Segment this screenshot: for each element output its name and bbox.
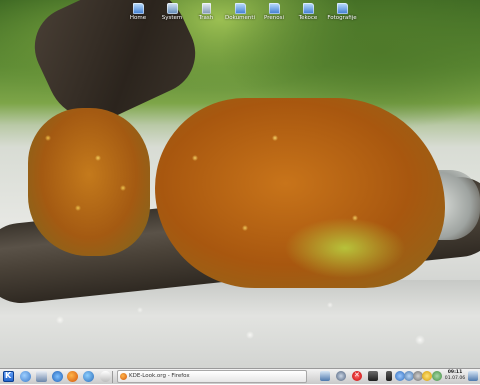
battery-icon[interactable] xyxy=(386,371,392,381)
folder-icon xyxy=(234,3,246,14)
folder-icon xyxy=(302,3,314,14)
desktop-icon-label: Fotografije xyxy=(327,15,357,21)
taskbar-separator xyxy=(112,371,113,383)
kmail-icon[interactable] xyxy=(52,371,63,382)
taskbar-clock[interactable]: 09:11 01.07.06 xyxy=(444,369,466,385)
desktop-icon-label: Trash xyxy=(198,15,214,21)
terminal-icon[interactable] xyxy=(368,371,378,381)
network-icon[interactable] xyxy=(83,371,94,382)
desktop-icon-label: Tekoce xyxy=(298,15,318,21)
system-icon[interactable] xyxy=(36,371,47,382)
clock-date: 01.07.06 xyxy=(444,376,466,381)
notes-icon[interactable] xyxy=(422,371,432,381)
firefox-icon xyxy=(120,373,127,380)
close-icon[interactable] xyxy=(352,371,362,381)
folder-icon xyxy=(268,3,280,14)
konqueror-icon[interactable] xyxy=(20,371,31,382)
klipper-icon[interactable] xyxy=(432,371,442,381)
desktop-icon-label: System xyxy=(161,15,183,21)
trash-icon xyxy=(201,3,211,14)
update-icon[interactable] xyxy=(336,371,346,381)
taskbar-window-label: KDE-Look.org - Firefox xyxy=(129,373,190,379)
desktop-icon-label: Prenosi xyxy=(264,15,284,21)
wallpaper-moss-right xyxy=(155,98,445,288)
firefox-icon[interactable] xyxy=(67,371,78,382)
folder-icon xyxy=(336,3,348,14)
show-desktop-icon[interactable] xyxy=(468,371,478,381)
network-icon[interactable] xyxy=(320,371,330,381)
desktop-wallpaper xyxy=(0,0,480,368)
desktop-icon-label: Dokumenti xyxy=(224,15,255,21)
clock-app-icon[interactable] xyxy=(100,371,111,382)
wallpaper-moss-left xyxy=(28,108,150,256)
taskbar-window-button[interactable]: KDE-Look.org - Firefox xyxy=(117,370,307,383)
taskbar: KDE-Look.org - Firefox 09:11 01.07.06 xyxy=(0,368,480,384)
desktop-icon-label: Home xyxy=(129,15,147,21)
home-folder-icon xyxy=(132,3,144,14)
computer-icon xyxy=(166,3,178,14)
kde-menu-icon[interactable] xyxy=(3,371,14,382)
desktop-icon-fotografije[interactable]: Fotografije xyxy=(322,3,362,21)
